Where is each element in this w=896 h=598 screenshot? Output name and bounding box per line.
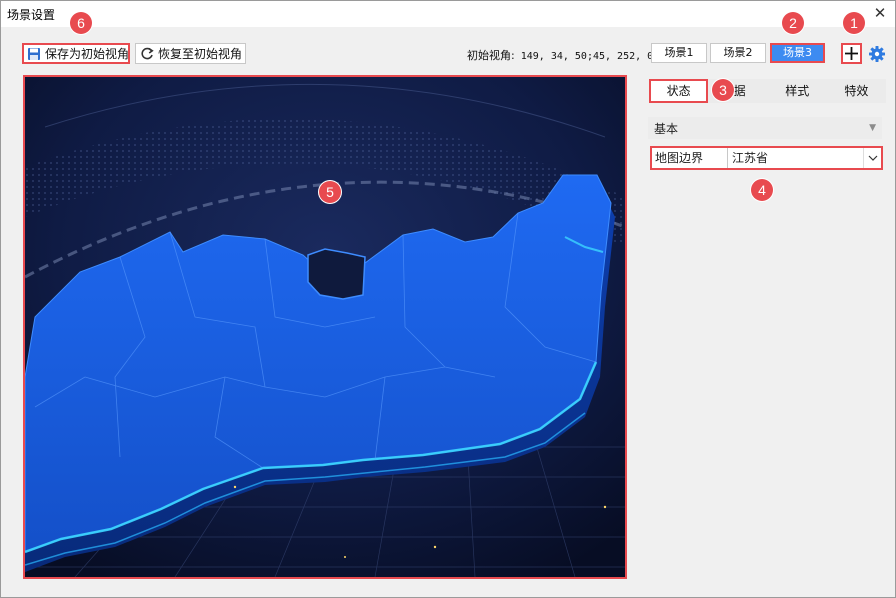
- initial-view-value: 149, 34, 50;45, 252, 0: [520, 51, 654, 62]
- tab-effects[interactable]: 特效: [826, 79, 886, 103]
- tab-status[interactable]: 状态: [649, 79, 709, 103]
- callout-marker-5: 5: [319, 181, 341, 203]
- map-boundary-select[interactable]: 江苏省: [728, 148, 863, 168]
- property-tabs: 状态 据 样式 特效: [646, 79, 886, 103]
- section-basic[interactable]: 基本 ▼: [648, 117, 882, 139]
- scene-tab-3[interactable]: 场景3: [770, 43, 825, 63]
- callout-marker-2: 2: [782, 12, 804, 34]
- restore-initial-view-button[interactable]: 恢复至初始视角: [135, 43, 246, 64]
- refresh-icon: [141, 47, 154, 59]
- tab-style[interactable]: 样式: [767, 79, 827, 103]
- save-initial-view-button[interactable]: 保存为初始视角: [22, 43, 130, 64]
- section-basic-label: 基本: [654, 121, 679, 136]
- save-icon: [28, 47, 40, 60]
- callout-marker-4: 4: [751, 179, 773, 201]
- initial-view-label: 初始视角:: [467, 49, 515, 62]
- callout-marker-6: 6: [70, 12, 92, 34]
- scene-settings-button[interactable]: [867, 44, 887, 64]
- add-scene-button[interactable]: [841, 43, 862, 64]
- save-initial-view-label: 保存为初始视角: [45, 47, 130, 61]
- scene-tab-2[interactable]: 场景2: [710, 43, 766, 63]
- gear-icon: [869, 46, 885, 62]
- restore-initial-view-label: 恢复至初始视角: [158, 47, 243, 61]
- scene-tab-1[interactable]: 场景1: [651, 43, 707, 63]
- map-3d-scene: [25, 77, 625, 577]
- scene-preview-viewport[interactable]: [23, 75, 627, 579]
- collapse-arrow-icon: ▼: [869, 123, 876, 133]
- map-boundary-field: 地图边界 江苏省: [650, 146, 883, 170]
- chevron-down-icon[interactable]: [863, 148, 881, 168]
- callout-marker-1: 1: [843, 12, 865, 34]
- close-icon[interactable]: ✕: [871, 4, 889, 22]
- plus-icon: [845, 47, 858, 60]
- initial-view-readout: 初始视角: 149, 34, 50;45, 252, 0: [467, 47, 653, 63]
- window-title: 场景设置: [7, 8, 56, 22]
- map-boundary-label: 地图边界: [652, 148, 728, 168]
- title-bar: 场景设置 ✕: [1, 1, 895, 27]
- callout-marker-3: 3: [712, 79, 734, 101]
- scene-settings-window: 场景设置 ✕ 保存为初始视角 恢复至初始视角 初始视角: 149, 34, 50;…: [0, 0, 896, 598]
